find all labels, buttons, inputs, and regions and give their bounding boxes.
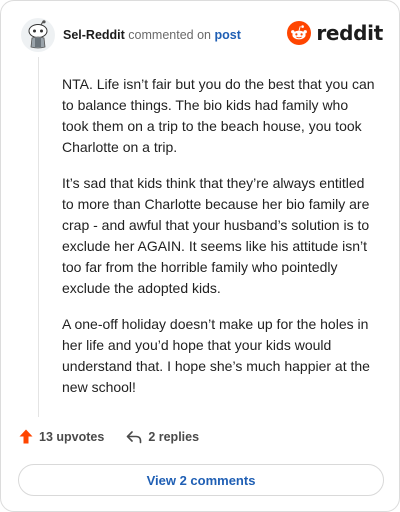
comment-paragraph: A one-off holiday doesn’t make up for th… [62,316,370,395]
replies-button[interactable]: 2 replies [126,430,199,444]
comment-header: Sel-Reddit commented on post [21,17,241,53]
comment-paragraph: NTA. Life isn’t fair but you do the best… [62,76,375,155]
comment-meta: Sel-Reddit commented on post [63,28,241,42]
comment-action-text: commented on [128,28,211,42]
upvote-button[interactable]: 13 upvotes [19,429,104,444]
reply-count: 2 replies [148,429,200,444]
comment-footer: 13 upvotes 2 replies [19,429,199,444]
upvote-count: 13 upvotes [39,429,105,444]
upvote-arrow-icon [19,429,33,444]
post-link[interactable]: post [214,28,240,42]
reddit-snoo-icon [287,21,312,45]
thread-line[interactable] [38,57,39,417]
reddit-wordmark: reddit [316,21,383,45]
reply-arrow-icon [127,430,142,443]
comment-card: Sel-Reddit commented on post reddit NTA.… [0,0,400,512]
comment-paragraph: It’s sad that kids think that they’re al… [62,175,370,296]
reddit-logo[interactable]: reddit [287,21,383,45]
view-comments-button[interactable]: View 2 comments [18,464,384,496]
username-link[interactable]: Sel-Reddit [63,28,125,42]
user-avatar-icon [28,20,48,49]
avatar[interactable] [21,18,55,52]
comment-body: NTA. Life isn’t fair but you do the best… [62,74,378,413]
